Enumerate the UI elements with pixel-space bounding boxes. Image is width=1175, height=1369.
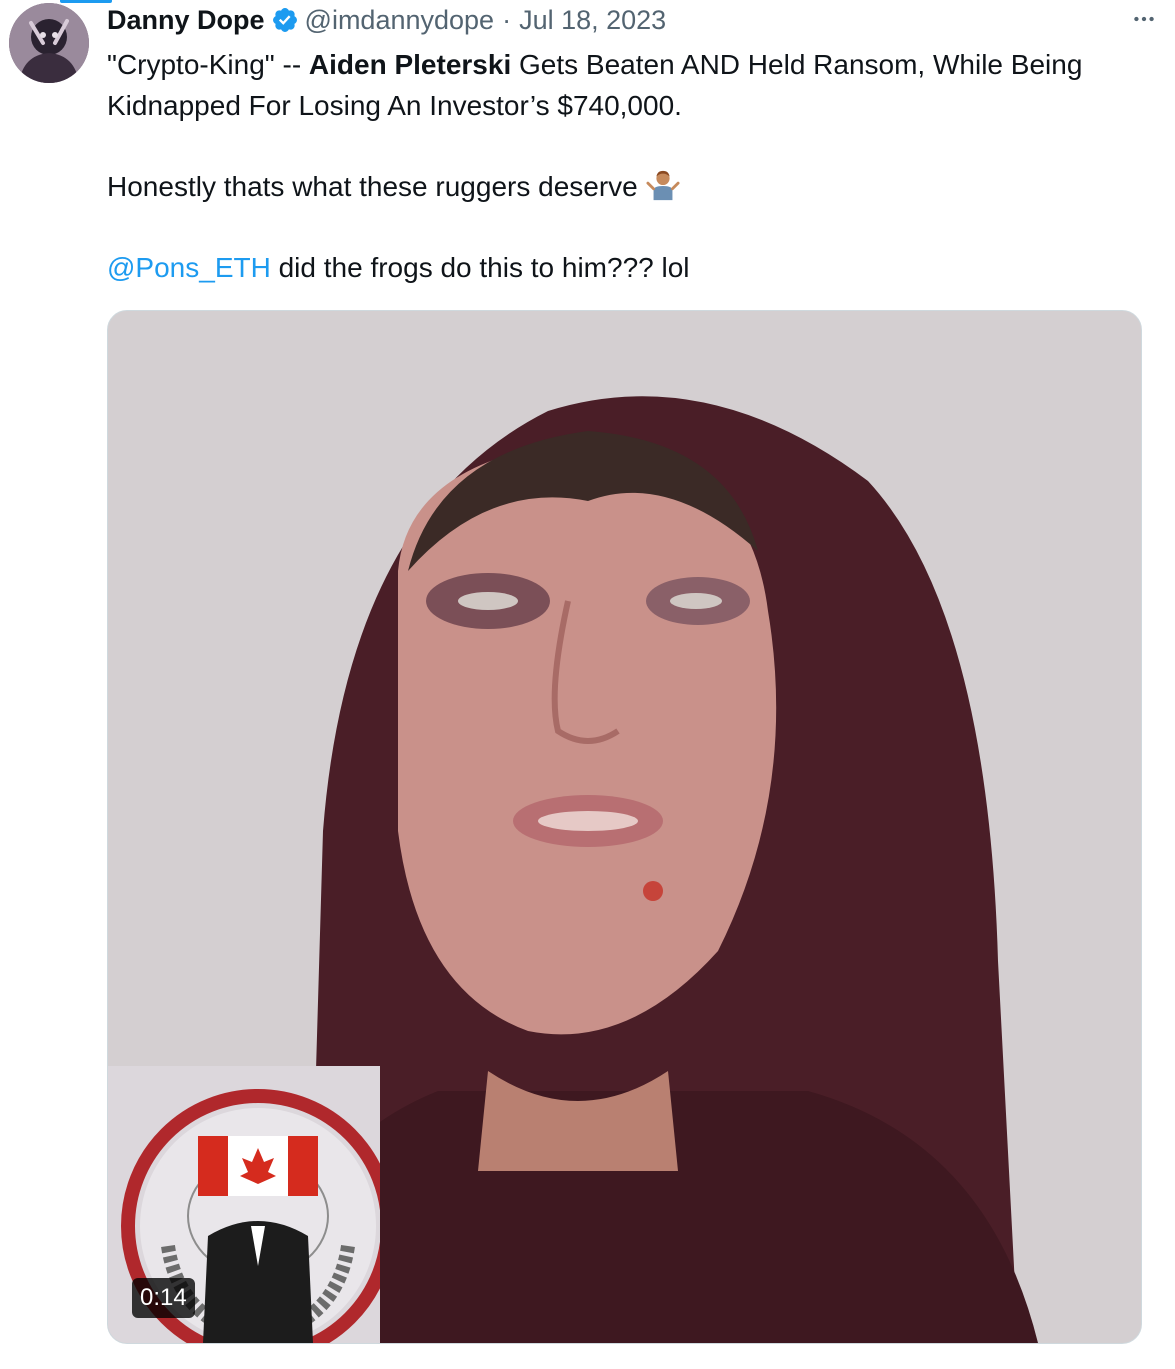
tweet-header: Danny Dope @imdannydope · Jul 18, 2023 (107, 2, 1135, 38)
tweet-paragraph-3: @Pons_ETH did the frogs do this to him??… (107, 247, 1147, 288)
man-shrugging-emoji (645, 170, 680, 201)
tweet-text: "Crypto-King" -- Aiden Pleterski Gets Be… (107, 44, 1147, 288)
video-duration-badge: 0:14 (132, 1278, 195, 1318)
avatar[interactable] (9, 3, 89, 83)
display-name[interactable]: Danny Dope (107, 5, 265, 36)
tweet-paragraph-2: Honestly thats what these ruggers deserv… (107, 166, 1147, 207)
mention-link[interactable]: @Pons_ETH (107, 252, 271, 283)
video-player[interactable]: 0:14 (107, 310, 1142, 1344)
text-line-3: did the frogs do this to him??? lol (270, 252, 690, 283)
text-bold-name: Aiden Pleterski (308, 49, 512, 80)
separator-dot: · (502, 4, 512, 35)
tweet-paragraph-1: "Crypto-King" -- Aiden Pleterski Gets Be… (107, 44, 1147, 126)
handle[interactable]: @imdannydope (305, 5, 495, 36)
tweet-date[interactable]: Jul 18, 2023 (519, 5, 666, 36)
text-line-2: Honestly thats what these ruggers deserv… (107, 171, 646, 202)
more-button[interactable] (1129, 4, 1159, 34)
verified-badge-icon[interactable] (271, 6, 299, 34)
top-accent-bar (60, 0, 112, 3)
more-horizontal-icon (1134, 16, 1154, 22)
text-prefix: "Crypto-King" -- (107, 49, 309, 80)
avatar-image (9, 3, 89, 83)
